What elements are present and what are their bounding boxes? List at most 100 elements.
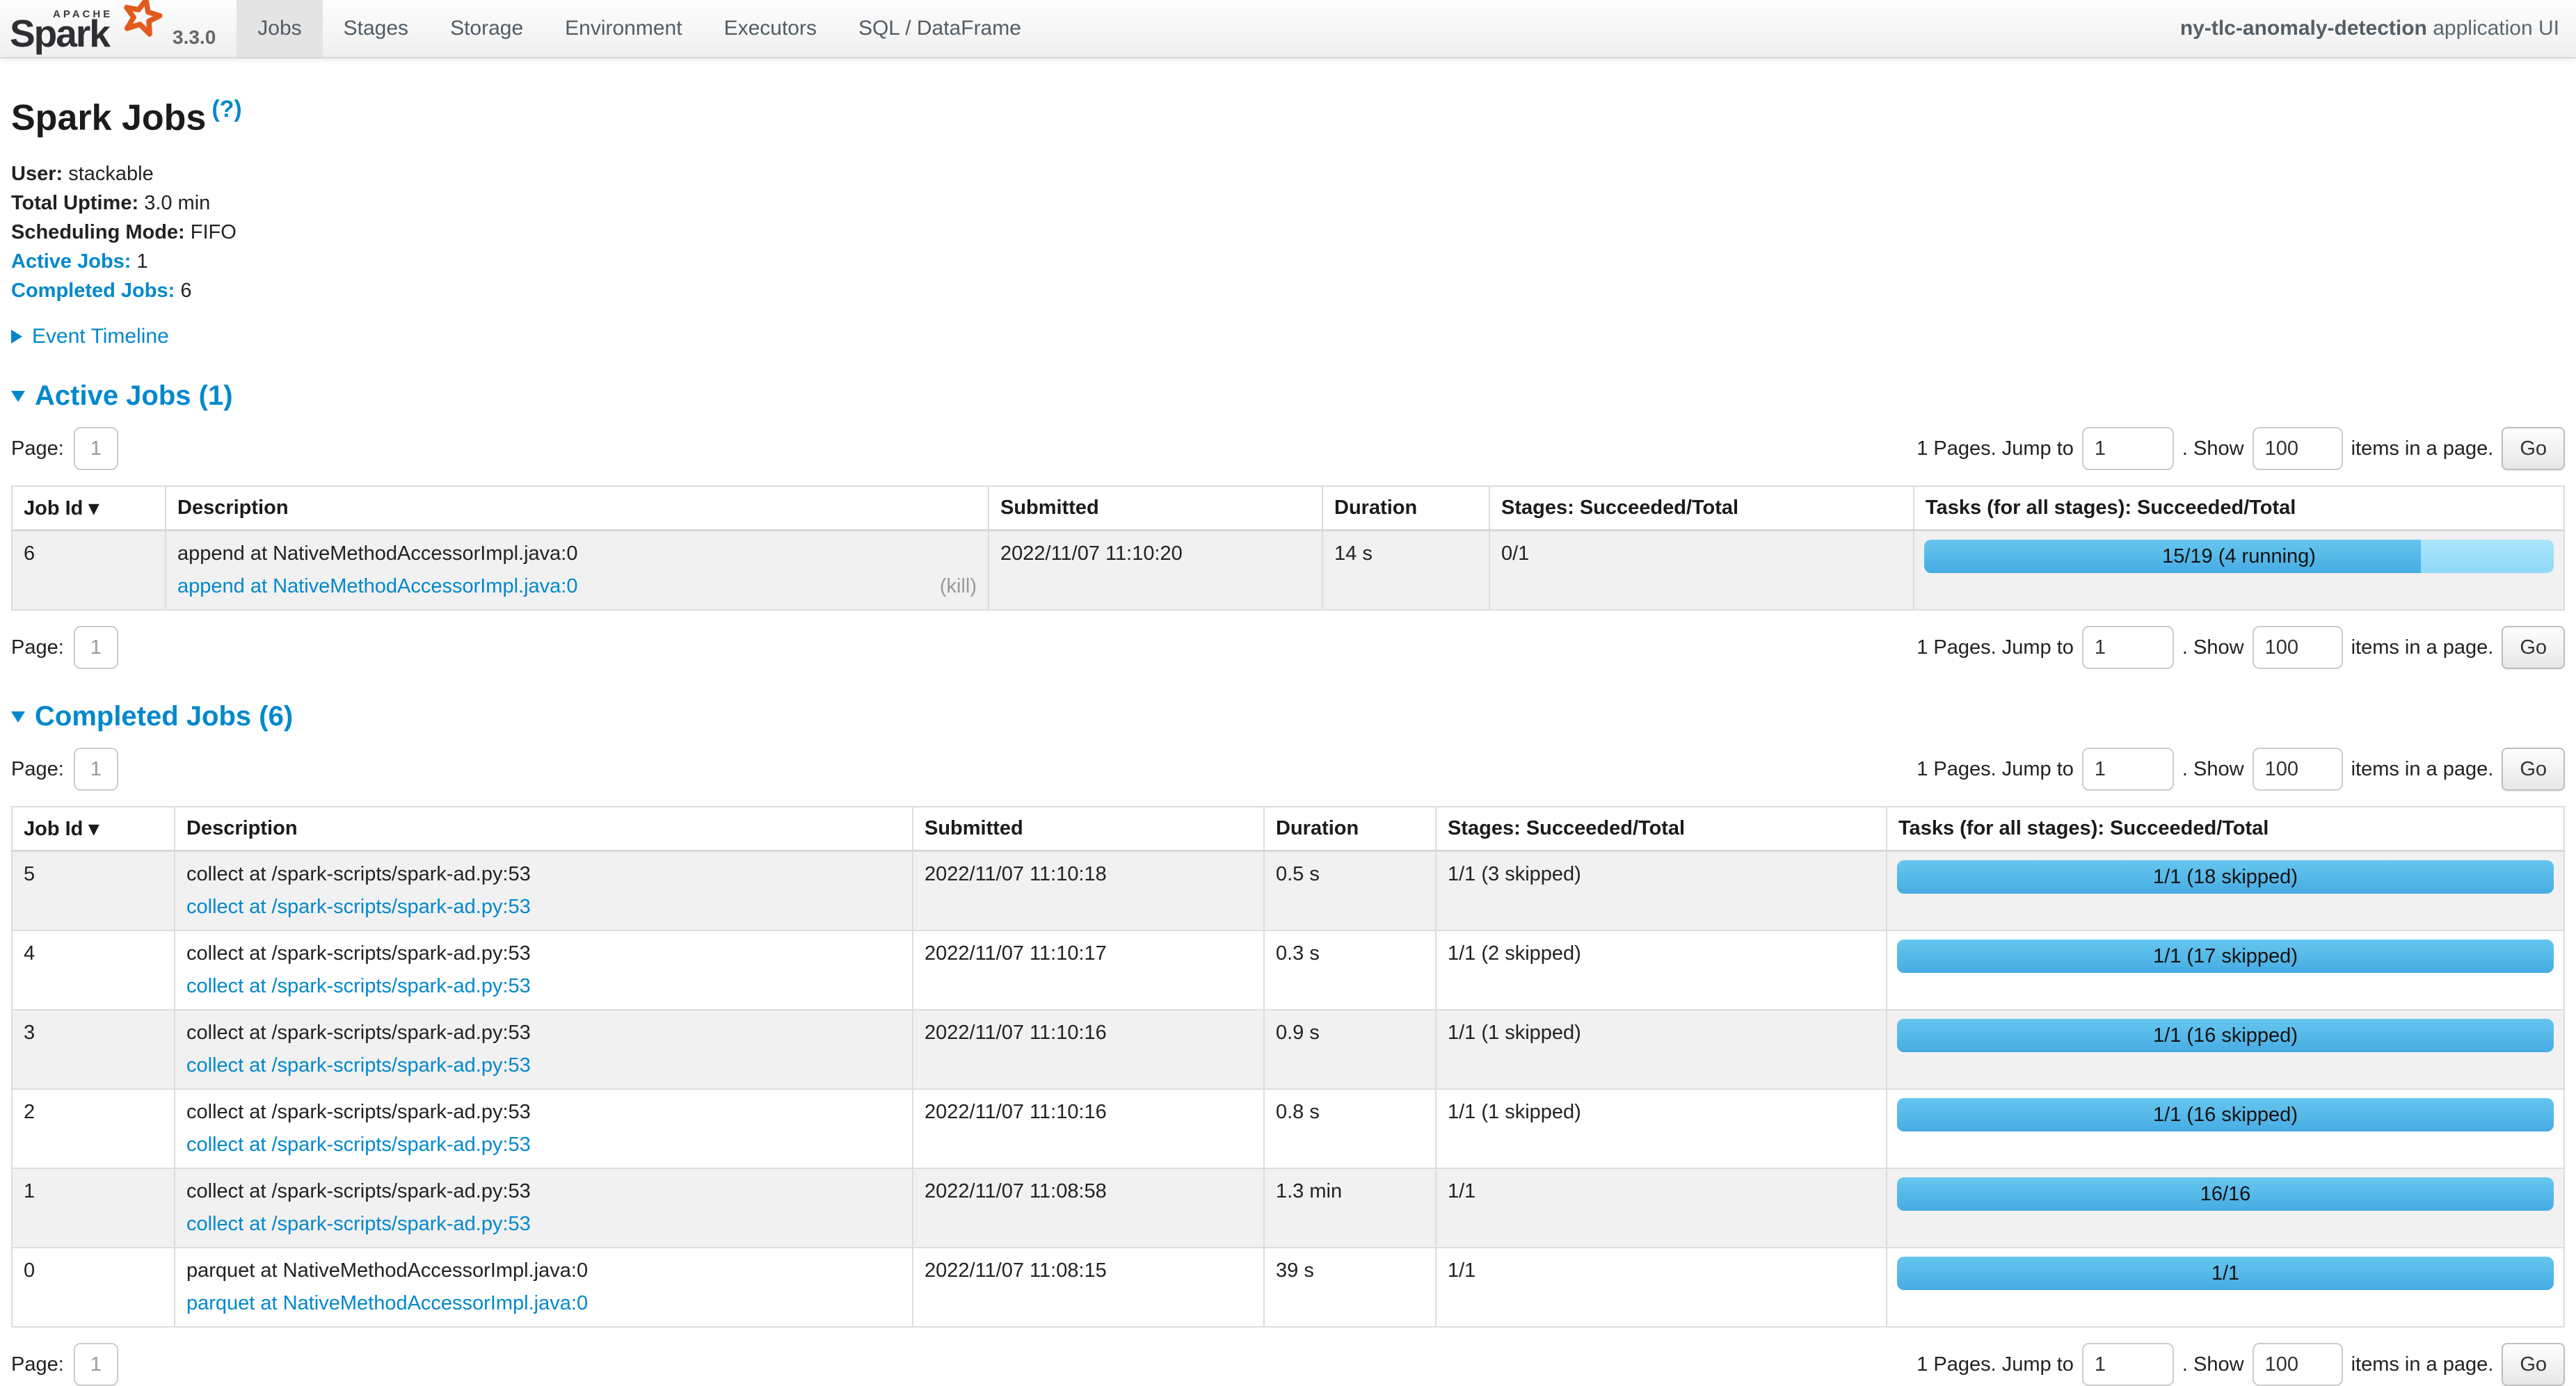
job-stages-cell: 0/1 <box>1489 531 1914 611</box>
job-id-cell: 2 <box>12 1089 175 1168</box>
go-button[interactable]: Go <box>2502 1343 2565 1386</box>
pagination-right: 1 Pages. Jump to . Show items in a page.… <box>1917 1343 2565 1386</box>
nav-tabs: JobsStagesStorageEnvironmentExecutorsSQL… <box>237 0 1042 57</box>
pagination-bar: Page: 1 Pages. Jump to . Show items in a… <box>11 748 2565 791</box>
summary-list: User: stackable Total Uptime: 3.0 min Sche… <box>11 159 2565 305</box>
spark-logo: APACHE Spark <box>10 0 157 58</box>
job-description-link[interactable]: collect at /spark-scripts/spark-ad.py:53 <box>186 1134 531 1157</box>
job-description-line2: append at NativeMethodAccessorImpl.java:… <box>177 575 977 598</box>
active-jobs-heading[interactable]: Active Jobs (1) <box>11 380 2565 412</box>
help-link[interactable]: (?) <box>211 96 241 122</box>
job-description-cell: parquet at NativeMethodAccessorImpl.java… <box>175 1248 913 1327</box>
items-per-page-input[interactable] <box>2253 1343 2343 1386</box>
column-header[interactable]: Tasks (for all stages): Succeeded/Total <box>1887 807 2564 851</box>
job-duration-cell: 14 s <box>1322 531 1489 611</box>
page-number-input[interactable] <box>74 427 118 470</box>
tab-sql-dataframe[interactable]: SQL / DataFrame <box>838 0 1042 57</box>
go-button[interactable]: Go <box>2502 427 2565 470</box>
page-number-input[interactable] <box>74 748 118 791</box>
summary-label: User: <box>11 163 63 185</box>
column-header[interactable]: Duration <box>1322 486 1489 531</box>
tab-environment[interactable]: Environment <box>544 0 703 57</box>
jump-to-page-input[interactable] <box>2082 1343 2174 1386</box>
tasks-progress-label: 1/1 <box>1897 1257 2554 1290</box>
tab-storage[interactable]: Storage <box>429 0 544 57</box>
job-description-link[interactable]: append at NativeMethodAccessorImpl.java:… <box>177 575 577 598</box>
jump-to-page-input[interactable] <box>2082 427 2174 470</box>
page-number-input[interactable] <box>74 626 118 669</box>
table-header-row: Job Id ▾DescriptionSubmittedDurationStag… <box>12 807 2564 851</box>
summary-label-link[interactable]: Active Jobs: <box>11 250 131 273</box>
page-number-input[interactable] <box>74 1343 118 1386</box>
job-description-link[interactable]: collect at /spark-scripts/spark-ad.py:53 <box>186 1213 531 1236</box>
tasks-progress-label: 15/19 (4 running) <box>1924 540 2554 573</box>
spark-logo-word: Spark <box>10 11 109 56</box>
job-id-cell: 1 <box>12 1168 175 1248</box>
job-description-cell: collect at /spark-scripts/spark-ad.py:53… <box>175 930 913 1010</box>
app-title-suffix: application UI <box>2427 17 2559 40</box>
job-description-link[interactable]: collect at /spark-scripts/spark-ad.py:53 <box>186 975 531 998</box>
column-header[interactable]: Job Id ▾ <box>12 807 175 851</box>
pages-jump-label: 1 Pages. Jump to <box>1917 758 2074 781</box>
tab-jobs[interactable]: Jobs <box>237 0 322 57</box>
jump-to-page-input[interactable] <box>2082 748 2174 791</box>
items-per-page-input[interactable] <box>2253 427 2343 470</box>
job-id-cell: 0 <box>12 1248 175 1327</box>
collapse-arrow-right-icon <box>11 330 22 344</box>
column-header[interactable]: Tasks (for all stages): Succeeded/Total <box>1914 486 2564 531</box>
go-button[interactable]: Go <box>2502 626 2565 669</box>
go-button[interactable]: Go <box>2502 748 2565 791</box>
job-tasks-cell: 16/16 <box>1887 1168 2564 1248</box>
tasks-progress-bar: 1/1 (16 skipped) <box>1897 1098 2554 1131</box>
pager-slot: Page: 1 Pages. Jump to . Show items in a… <box>11 626 2565 669</box>
collapse-arrow-down-icon <box>11 391 25 402</box>
page-title-text: Spark Jobs <box>11 97 206 138</box>
summary-label: Total Uptime: <box>11 192 138 214</box>
job-description-line2: collect at /spark-scripts/spark-ad.py:53 <box>186 1134 901 1157</box>
pages-jump-label: 1 Pages. Jump to <box>1917 1353 2074 1376</box>
job-description-cell: collect at /spark-scripts/spark-ad.py:53… <box>175 1089 913 1168</box>
column-header[interactable]: Job Id ▾ <box>12 486 166 531</box>
jump-to-page-input[interactable] <box>2082 626 2174 669</box>
items-per-page-input[interactable] <box>2253 626 2343 669</box>
summary-value: 3.0 min <box>144 192 210 214</box>
tab-executors[interactable]: Executors <box>703 0 838 57</box>
kill-link[interactable]: (kill) <box>940 575 977 598</box>
summary-value: stackable <box>68 163 154 185</box>
job-id-cell: 5 <box>12 851 175 931</box>
column-header[interactable]: Submitted <box>989 486 1322 531</box>
pagination-right: 1 Pages. Jump to . Show items in a page.… <box>1917 748 2565 791</box>
items-in-page-label: items in a page. <box>2351 437 2494 460</box>
pagination-left: Page: <box>11 1343 118 1386</box>
column-header[interactable]: Duration <box>1264 807 1436 851</box>
job-description-link[interactable]: collect at /spark-scripts/spark-ad.py:53 <box>186 896 531 919</box>
column-header[interactable]: Submitted <box>913 807 1264 851</box>
column-header[interactable]: Description <box>175 807 913 851</box>
job-stages-cell: 1/1 <box>1436 1168 1887 1248</box>
tab-stages[interactable]: Stages <box>323 0 429 57</box>
items-per-page-input[interactable] <box>2253 748 2343 791</box>
job-description-text: collect at /spark-scripts/spark-ad.py:53 <box>186 1101 901 1124</box>
job-description-text: collect at /spark-scripts/spark-ad.py:53 <box>186 1180 901 1203</box>
job-submitted-cell: 2022/11/07 11:10:16 <box>913 1010 1264 1089</box>
table-row: 5 collect at /spark-scripts/spark-ad.py:5… <box>12 851 2564 931</box>
job-description-link[interactable]: collect at /spark-scripts/spark-ad.py:53 <box>186 1054 531 1077</box>
pagination-left: Page: <box>11 427 118 470</box>
column-header[interactable]: Description <box>166 486 989 531</box>
summary-item: Scheduling Mode: FIFO <box>11 218 2565 247</box>
job-description-cell: collect at /spark-scripts/spark-ad.py:53… <box>175 1168 913 1248</box>
column-header[interactable]: Stages: Succeeded/Total <box>1436 807 1887 851</box>
event-timeline-label: Event Timeline <box>32 325 169 348</box>
job-description-link[interactable]: parquet at NativeMethodAccessorImpl.java… <box>186 1292 588 1315</box>
page-label: Page: <box>11 636 64 659</box>
job-description-line2: parquet at NativeMethodAccessorImpl.java… <box>186 1292 901 1315</box>
column-header[interactable]: Stages: Succeeded/Total <box>1489 486 1914 531</box>
completed-jobs-heading[interactable]: Completed Jobs (6) <box>11 701 2565 732</box>
event-timeline-toggle[interactable]: Event Timeline <box>11 325 2565 348</box>
job-description-cell: collect at /spark-scripts/spark-ad.py:53… <box>175 1010 913 1089</box>
collapse-arrow-down-icon <box>11 711 25 723</box>
summary-label-link[interactable]: Completed Jobs: <box>11 280 175 302</box>
spark-version: 3.3.0 <box>173 26 216 49</box>
pagination-bar: Page: 1 Pages. Jump to . Show items in a… <box>11 1343 2565 1386</box>
tasks-progress-label: 1/1 (16 skipped) <box>1897 1019 2554 1052</box>
